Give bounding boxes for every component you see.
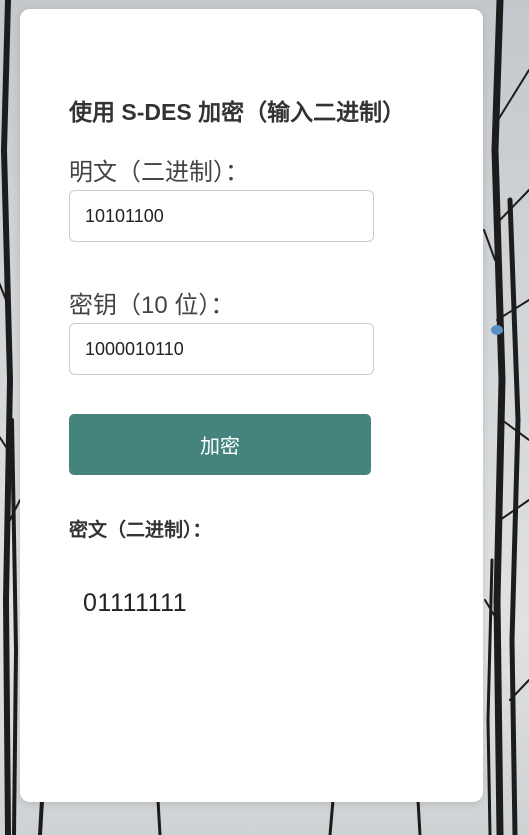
plaintext-label: 明文（二进制）： (69, 159, 249, 186)
key-label: 密钥（10 位）： (69, 292, 235, 319)
ciphertext-value: 01111111 (83, 589, 188, 617)
form-heading: 使用 S-DES 加密（输入二进制） (69, 99, 406, 125)
encrypt-button[interactable]: 加密 (69, 414, 371, 475)
plaintext-input[interactable] (69, 190, 374, 242)
encryption-card: 使用 S-DES 加密（输入二进制） 明文（二进制）： 密钥（10 位）： 加密… (20, 9, 483, 802)
ciphertext-label: 密文（二进制）： (69, 520, 212, 541)
key-input[interactable] (69, 323, 374, 375)
